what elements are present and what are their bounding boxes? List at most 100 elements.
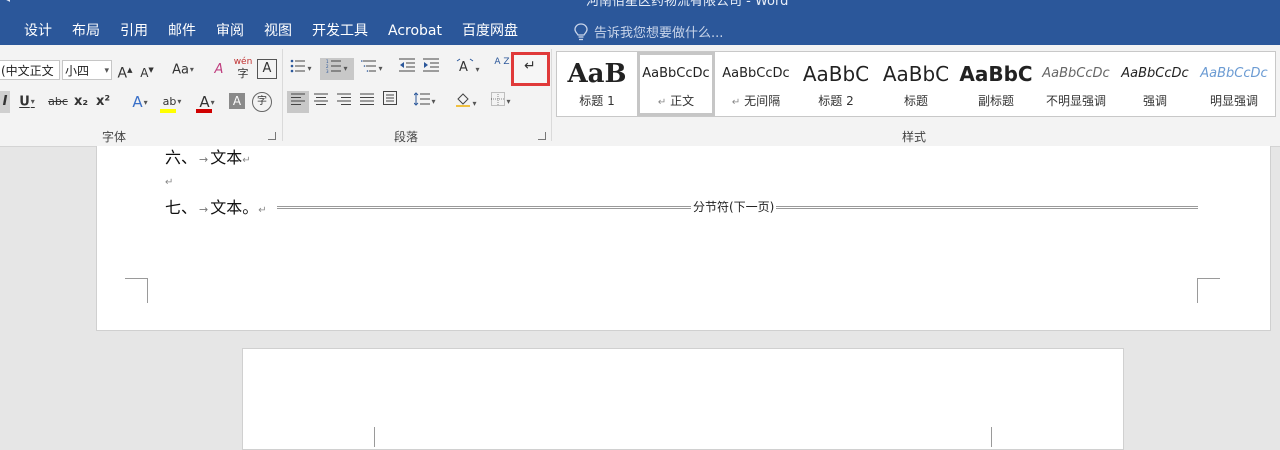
style-name: 标题 1 xyxy=(579,94,615,108)
tab-baidu-netdisk[interactable]: 百度网盘 xyxy=(452,20,528,42)
font-name-combo[interactable]: (中文正文 xyxy=(0,60,60,80)
align-right-icon xyxy=(337,93,351,105)
change-case-label: Aa xyxy=(172,62,189,78)
font-color-button[interactable]: A▾ xyxy=(194,91,220,113)
sort-button[interactable]: A Z xyxy=(494,57,510,79)
shading-button[interactable]: ▾ xyxy=(452,91,480,113)
style-no-spacing[interactable]: AaBbCcDc ↵ 无间隔 xyxy=(717,52,795,116)
font-dialog-launcher-icon[interactable] xyxy=(268,132,276,140)
tab-mark: → xyxy=(199,153,209,166)
distributed-align-icon xyxy=(383,91,397,105)
justify-button[interactable] xyxy=(357,91,377,113)
numbering-button[interactable]: 1 2 3 ▾ xyxy=(320,58,354,80)
ribbon-tabs: 设计 布局 引用 邮件 审阅 视图 开发工具 Acrobat 百度网盘 xyxy=(14,20,528,42)
style-preview: AaBbCcDc xyxy=(1200,66,1268,81)
enclose-characters-button[interactable]: 字 xyxy=(252,92,272,112)
style-heading-2[interactable]: AaBbC 标题 2 xyxy=(797,52,875,116)
distributed-align-button[interactable] xyxy=(380,91,400,113)
style-preview: AaBbC xyxy=(882,62,950,86)
tab-mailings[interactable]: 邮件 xyxy=(158,20,206,42)
shrink-font-button[interactable]: A▼ xyxy=(139,59,155,81)
text-effects-label: A xyxy=(132,93,143,111)
style-subtitle[interactable]: AaBbC 副标题 xyxy=(957,52,1035,116)
document-page-next[interactable] xyxy=(242,348,1124,450)
paragraph-dialog-launcher-icon[interactable] xyxy=(538,132,546,140)
decrease-indent-icon xyxy=(399,58,415,72)
page-margin-corner xyxy=(125,278,148,303)
style-intense-emphasis[interactable]: AaBbCcDc 明显强调 xyxy=(1195,52,1273,116)
align-center-icon xyxy=(314,93,328,105)
tab-design[interactable]: 设计 xyxy=(14,20,62,42)
styles-gallery: AaB 标题 1 AaBbCcDc ↵ 正文 AaBbCcDc ↵ 无间隔 Aa… xyxy=(556,51,1276,117)
increase-indent-button[interactable] xyxy=(421,58,441,80)
tab-view[interactable]: 视图 xyxy=(254,20,302,42)
align-right-button[interactable] xyxy=(334,91,354,113)
paragraph-mark: ↵ xyxy=(258,205,267,216)
strikethrough-label: abc xyxy=(48,95,68,108)
line-text: 文本 xyxy=(210,148,243,167)
bullets-button[interactable]: ▾ xyxy=(287,58,315,80)
quick-access-icon[interactable]: ◂ xyxy=(4,0,10,5)
multilevel-list-button[interactable]: ▾ xyxy=(357,58,387,80)
tell-me-placeholder: 告诉我您想要做什么... xyxy=(594,26,724,41)
style-heading-1[interactable]: AaB 标题 1 xyxy=(559,52,635,116)
paragraph-mark-icon: ↵ xyxy=(524,58,536,74)
tab-review[interactable]: 审阅 xyxy=(206,20,254,42)
document-line-7[interactable]: 七、 → 文本。↵ xyxy=(165,194,267,218)
tab-developer[interactable]: 开发工具 xyxy=(302,20,378,42)
style-subtle-emphasis[interactable]: AaBbCcDc 不明显强调 xyxy=(1037,52,1115,116)
strikethrough-button[interactable]: abc xyxy=(46,91,70,113)
list-number: 七、 xyxy=(165,198,198,217)
style-name: 不明显强调 xyxy=(1045,94,1106,108)
style-name-row: ↵ 正文 xyxy=(637,92,715,112)
italic-button[interactable]: I xyxy=(0,91,10,113)
tab-acrobat[interactable]: Acrobat xyxy=(378,20,452,42)
decrease-indent-button[interactable] xyxy=(397,58,417,80)
style-name-row: ↵ 无间隔 xyxy=(717,92,795,112)
font-color-bar xyxy=(196,109,212,113)
style-name: 副标题 xyxy=(977,94,1014,108)
phonetic-guide-button[interactable]: wén 字 xyxy=(232,57,254,79)
underline-button[interactable]: U▾ xyxy=(14,91,40,113)
borders-button[interactable]: ▾ xyxy=(486,91,516,113)
tell-me-box[interactable]: 告诉我您想要做什么... xyxy=(574,22,723,41)
tab-layout[interactable]: 布局 xyxy=(62,20,110,42)
style-preview: AaBbC xyxy=(802,62,870,86)
subscript-label: x₂ xyxy=(73,94,89,109)
text-effects-button[interactable]: A▾ xyxy=(124,91,156,113)
font-size-combo[interactable]: 小四 ▾ xyxy=(62,60,112,80)
title-bar: ◂ 河南佰星区药物流有限公司 - Word xyxy=(0,0,1280,9)
style-preview: AaBbCcDc xyxy=(1121,66,1189,81)
style-emphasis[interactable]: AaBbCcDc 强调 xyxy=(1117,52,1193,116)
character-shading-button[interactable]: A xyxy=(229,93,245,109)
font-size-value: 小四 xyxy=(65,64,90,78)
tab-references[interactable]: 引用 xyxy=(110,20,158,42)
multilevel-list-icon xyxy=(361,59,377,72)
highlight-button[interactable]: ab▾ xyxy=(158,91,186,113)
document-page[interactable]: 六、 → 文本↵ ↵ 七、 → 文本。↵ 分节符(下一页) xyxy=(96,146,1271,331)
document-line-6[interactable]: 六、 → 文本↵ xyxy=(165,144,251,168)
document-empty-line[interactable]: ↵ xyxy=(165,170,173,189)
style-title[interactable]: AaBbC 标题 xyxy=(877,52,955,116)
subscript-button[interactable]: x₂ xyxy=(72,91,90,113)
clear-format-button[interactable]: A xyxy=(210,59,228,81)
list-number: 六、 xyxy=(165,148,198,167)
font-group-label: 字体 xyxy=(102,130,127,144)
line-spacing-button[interactable]: ▾ xyxy=(410,91,440,113)
asian-layout-button[interactable]: A ▾ xyxy=(452,58,484,80)
change-case-button[interactable]: Aa▾ xyxy=(167,59,199,81)
paint-bucket-icon xyxy=(456,93,471,107)
line-text: 文本。 xyxy=(210,198,259,217)
align-left-button[interactable] xyxy=(287,91,309,113)
show-hide-marks-button[interactable]: ↵ xyxy=(511,52,550,86)
sort-label: A Z xyxy=(494,57,510,67)
superscript-button[interactable]: x² xyxy=(94,91,112,113)
line-spacing-icon xyxy=(414,91,431,106)
character-border-button[interactable]: A xyxy=(257,59,277,79)
style-normal[interactable]: AaBbCcDc ↵ 正文 xyxy=(637,52,715,116)
style-name: 标题 xyxy=(903,94,928,108)
style-name: 强调 xyxy=(1142,94,1167,108)
grow-font-button[interactable]: A▲ xyxy=(116,59,134,82)
align-center-button[interactable] xyxy=(311,91,331,113)
tab-mark: → xyxy=(199,203,209,216)
